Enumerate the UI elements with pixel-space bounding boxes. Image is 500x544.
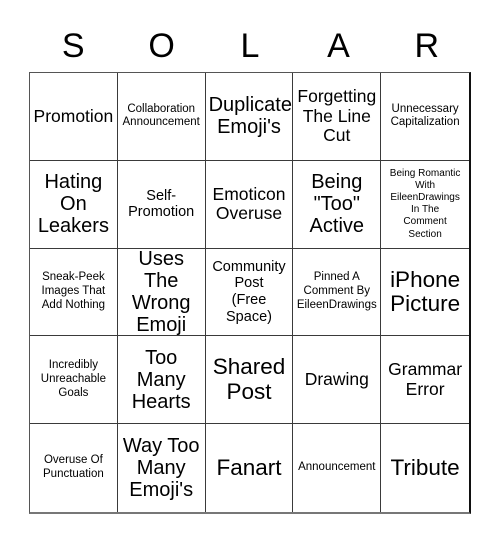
bingo-cell[interactable]: Being Romantic With EileenDrawings In Th… <box>381 160 469 249</box>
bingo-cell[interactable]: Announcement <box>293 424 382 512</box>
bingo-cell-label: Tribute <box>390 454 460 480</box>
bingo-cell-label: Unnecessary Capitalization <box>390 102 460 129</box>
bingo-grid: Promotion Collaboration Announcement Dup… <box>29 72 471 514</box>
header-letter-o: O <box>148 27 175 65</box>
bingo-cell-label: Shared Post <box>212 354 286 404</box>
bingo-cell[interactable]: Drawing <box>293 336 382 425</box>
bingo-cell-label: Pinned A Comment By EileenDrawings <box>296 271 377 311</box>
header-letter-l: L <box>240 27 260 65</box>
bingo-cell[interactable]: Emoticon Overuse <box>205 160 294 249</box>
bingo-cell-free-space[interactable]: Community Post (Free Space) <box>205 248 294 337</box>
bingo-cell-label: Forgetting The Line Cut <box>297 86 377 146</box>
bingo-cell[interactable]: Unnecessary Capitalization <box>381 73 469 161</box>
header-letter-r: R <box>414 27 440 65</box>
bingo-card: S O L A R Promotion Collaboration Announ… <box>29 20 471 514</box>
bingo-cell-label: Hating On Leakers <box>37 171 109 238</box>
bingo-cell-label: Grammar Error <box>388 359 463 399</box>
bingo-cell[interactable]: Self- Promotion <box>117 160 206 249</box>
header-letter-s: S <box>61 27 85 65</box>
bingo-cell-label: Duplicate Emoji's <box>208 94 292 139</box>
bingo-cell[interactable]: Promotion <box>30 73 118 161</box>
bingo-cell[interactable]: Forgetting The Line Cut <box>293 73 382 161</box>
bingo-cell[interactable]: Overuse Of Punctuation <box>30 424 118 512</box>
bingo-cell[interactable]: Pinned A Comment By EileenDrawings <box>293 248 382 337</box>
bingo-cell[interactable]: Way Too Many Emoji's <box>117 424 206 512</box>
bingo-cell-label: Being Romantic With EileenDrawings In Th… <box>389 167 461 240</box>
bingo-cell[interactable]: Grammar Error <box>381 336 469 425</box>
bingo-cell-label: Announcement <box>298 461 376 474</box>
bingo-cell[interactable]: Hating On Leakers <box>30 160 118 249</box>
bingo-cell-label: Self- Promotion <box>128 187 195 221</box>
bingo-cell[interactable]: Uses The Wrong Emoji <box>117 248 206 337</box>
bingo-cell-label: Way Too Many Emoji's <box>122 435 200 502</box>
bingo-cell[interactable]: Fanart <box>205 424 294 512</box>
bingo-cell-label: Being "Too" Active <box>309 171 365 238</box>
bingo-cell[interactable]: Incredibly Unreachable Goals <box>30 336 118 425</box>
bingo-cell-label: Uses The Wrong Emoji <box>131 248 191 336</box>
header-letter-a: A <box>327 27 350 65</box>
bingo-cell-label: Promotion <box>33 105 114 126</box>
bingo-cell-label: iPhone Picture <box>390 266 461 316</box>
bingo-cell[interactable]: iPhone Picture <box>381 248 469 337</box>
bingo-cell[interactable]: Tribute <box>381 424 469 512</box>
bingo-cell-label: Incredibly Unreachable Goals <box>40 359 106 399</box>
bingo-cell-label: Sneak-Peek Images That Add Nothing <box>41 271 106 311</box>
bingo-cell-label: Drawing <box>304 368 369 389</box>
bingo-cell[interactable]: Collaboration Announcement <box>117 73 206 161</box>
bingo-cell[interactable]: Sneak-Peek Images That Add Nothing <box>30 248 118 337</box>
bingo-cell[interactable]: Shared Post <box>205 336 294 425</box>
bingo-cell[interactable]: Duplicate Emoji's <box>205 73 294 161</box>
bingo-cell-label: Fanart <box>216 454 282 480</box>
bingo-header: S O L A R <box>29 20 471 72</box>
bingo-cell-label: Emoticon Overuse <box>212 183 286 224</box>
bingo-cell-label: Collaboration Announcement <box>122 102 200 129</box>
bingo-cell-label: Overuse Of Punctuation <box>43 454 104 481</box>
bingo-cell-label: Community Post (Free Space) <box>212 258 286 325</box>
bingo-cell[interactable]: Too Many Hearts <box>117 336 206 425</box>
bingo-cell-label: Too Many Hearts <box>131 346 191 413</box>
bingo-cell[interactable]: Being "Too" Active <box>293 160 382 249</box>
